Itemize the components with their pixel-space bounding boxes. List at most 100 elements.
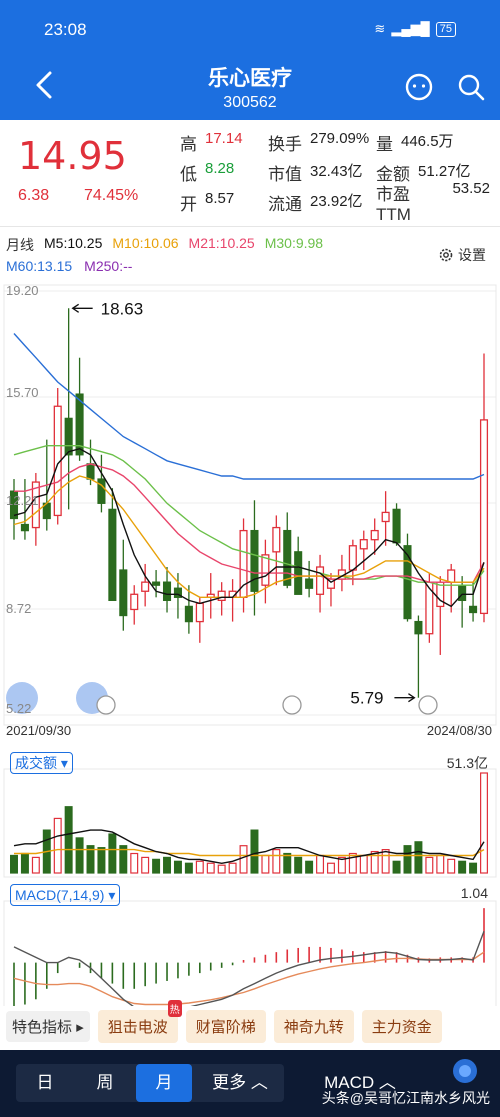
status-bar: 23:08 ≋ ▂▄▆█ 75	[0, 0, 500, 56]
volume-bar	[195, 860, 204, 874]
macd-dif-line	[13, 930, 485, 1012]
price-change: 6.38	[18, 187, 50, 204]
indicator-chip[interactable]: 神奇九转	[273, 1009, 354, 1043]
volume-bar	[97, 847, 106, 874]
volume-bar	[261, 854, 270, 874]
gear-icon	[439, 248, 453, 262]
ma10-label: M10:10.06	[112, 235, 179, 251]
volume-indicator-select[interactable]: 成交额 ▾	[10, 752, 73, 774]
volume-bar	[250, 829, 259, 874]
macd-max: 1.04	[460, 885, 488, 901]
tab-more[interactable]: 更多 ︿	[200, 1064, 280, 1102]
candle-body	[272, 526, 281, 553]
status-icons: ≋ ▂▄▆█ 75	[374, 21, 456, 37]
volume-bar	[206, 862, 215, 874]
chart-area: 月线 M5:10.25 M10:10.06 M21:10.25 M30:9.98…	[0, 226, 500, 1017]
battery-icon: 75	[435, 21, 456, 37]
candle-body	[283, 529, 292, 586]
indicator-chip[interactable]: 主力资金	[361, 1009, 442, 1043]
candle-body	[261, 554, 270, 586]
macd-indicator-select[interactable]: MACD(7,14,9) ▾	[10, 884, 121, 906]
candle-body	[119, 569, 128, 617]
feature-indicators-label: 特色指标	[12, 1018, 73, 1036]
candle-body	[370, 529, 379, 541]
volume-bar	[458, 860, 467, 874]
y-tick: 5.22	[6, 701, 32, 716]
volume-bar	[10, 854, 18, 874]
volume-bar	[163, 856, 172, 874]
candle-body	[359, 539, 368, 550]
candle-body	[184, 605, 193, 623]
volume-bar	[392, 860, 401, 874]
signal-icon: ▂▄▆█	[391, 21, 430, 36]
macd-indicator-label: MACD(7,14,9)	[15, 887, 105, 903]
event-marker-icon	[418, 695, 438, 715]
candle-body	[86, 463, 95, 480]
indicator-chip[interactable]: 财富阶梯	[185, 1009, 266, 1043]
volume-indicator-label: 成交额	[15, 755, 57, 771]
volume-bar	[283, 852, 292, 874]
chat-icon[interactable]	[404, 72, 434, 102]
tab-day[interactable]: 日	[20, 1064, 70, 1102]
ma5-label: M5:10.25	[44, 235, 103, 251]
ma-legend: 月线 M5:10.25 M10:10.06 M21:10.25 M30:9.98	[6, 235, 323, 255]
volume-bar	[305, 860, 314, 874]
assistant-bubble-icon[interactable]	[450, 1056, 480, 1086]
tab-week[interactable]: 周	[80, 1064, 130, 1102]
end-date: 2024/08/30	[426, 723, 492, 738]
indicator-chip-label: 狙击电波	[107, 1018, 168, 1036]
ma10-line	[13, 475, 485, 598]
ma60-line	[13, 333, 485, 480]
low-annotation: 5.79	[350, 689, 383, 708]
volume-bar	[31, 856, 40, 874]
pe-value: 53.52	[452, 179, 490, 197]
volume-bar	[414, 841, 423, 874]
period-label: 月线	[6, 237, 34, 253]
ma60-label: M60:13.15	[6, 258, 73, 274]
wifi-icon: ≋	[374, 21, 386, 36]
candle-body	[458, 584, 467, 602]
turnover-value: 279.09%	[310, 129, 370, 147]
volume-bar	[141, 856, 150, 874]
feature-indicators[interactable]: 特色指标 ▸	[6, 1010, 90, 1042]
volume-bar	[53, 817, 62, 874]
float-cap-label: 流通	[268, 194, 302, 214]
y-tick: 15.70	[6, 385, 39, 400]
candle-body	[294, 551, 303, 595]
search-icon[interactable]	[456, 72, 486, 102]
price-change-percent: 74.45%	[84, 187, 139, 204]
volume-bar	[480, 772, 488, 874]
candle-body	[403, 545, 412, 620]
candle-body	[414, 620, 423, 635]
volume-bar	[294, 856, 303, 874]
float-cap-value: 23.92亿	[310, 192, 363, 210]
ma21-label: M21:10.25	[188, 235, 255, 251]
volume-bar	[130, 852, 139, 874]
macd-dea-line	[13, 951, 485, 1006]
volume-bar	[184, 862, 193, 874]
tab-month[interactable]: 月	[136, 1064, 192, 1102]
volume-ma-fast	[13, 829, 485, 865]
market-cap-label: 市值	[268, 164, 302, 184]
volume-bar	[403, 845, 412, 874]
candle-body	[20, 523, 29, 532]
chevron-down-icon: ▾	[108, 887, 116, 903]
price-panel-frame	[3, 284, 497, 726]
quote-panel: 14.95 6.38 74.45% 高 17.14 换手 279.09% 量 446.…	[0, 120, 500, 226]
indicator-chip[interactable]: 狙击电波热	[97, 999, 182, 1043]
candle-body	[447, 569, 456, 583]
watermark: 头条@吴哥忆江南水乡风光	[321, 1090, 490, 1106]
open-value: 8.57	[205, 189, 235, 207]
event-marker-icon	[96, 695, 116, 715]
ma5-line	[13, 447, 485, 608]
settings-button[interactable]: 设置	[438, 245, 486, 265]
candle-body	[195, 602, 204, 623]
volume-value: 446.5万	[401, 132, 454, 150]
low-value: 8.28	[205, 159, 235, 177]
volume-bar	[228, 862, 237, 874]
stock-header: 乐心医疗 300562	[0, 56, 500, 120]
y-tick: 19.20	[6, 283, 39, 298]
candle-body	[381, 511, 390, 523]
quote-grid: 高 17.14 换手 279.09% 量 446.5万 低 8.28 市值 32.43亿 …	[180, 127, 490, 224]
candle-body	[305, 578, 314, 589]
